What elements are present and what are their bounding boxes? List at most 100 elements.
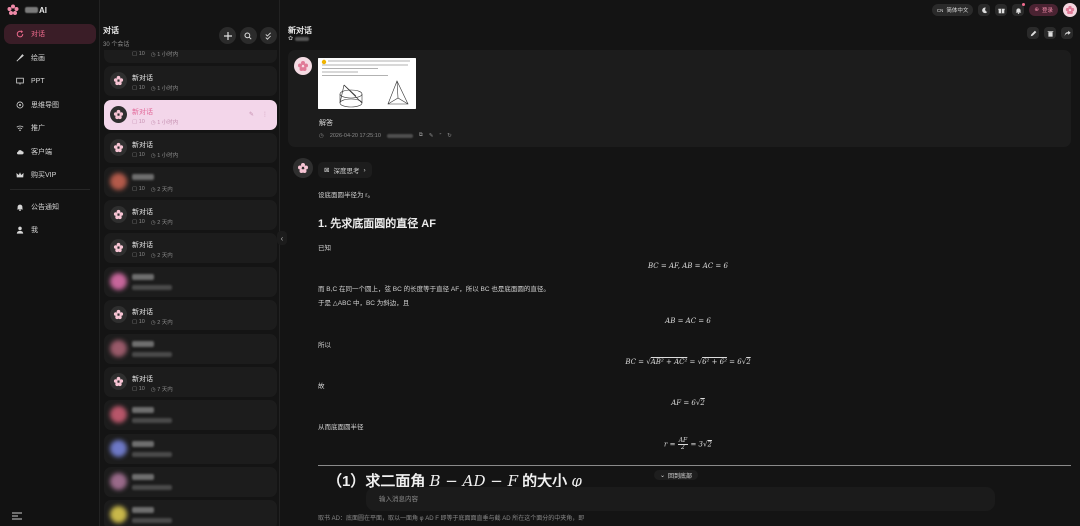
collapse-menu-icon[interactable] <box>12 512 22 520</box>
time-ago: ◷ 7 天内 <box>150 386 173 393</box>
conversation-avatar <box>110 139 127 157</box>
conversation-item[interactable] <box>104 467 277 498</box>
conversation-item[interactable] <box>104 400 277 431</box>
answer-intro: 设底面圆半径为 r。 <box>318 192 374 199</box>
conversation-item[interactable]: ▢ 10 ◷ 1 小时内 <box>104 50 277 63</box>
time-ago: ◷ 2 天内 <box>150 186 173 193</box>
conversation-meta: ▢ 10 ◷ 2 天内 <box>132 318 173 326</box>
brand[interactable]: AI <box>7 4 47 16</box>
conversation-item[interactable]: 新对话 ▢ 10 ◷ 2 天内 <box>104 233 277 264</box>
conversation-item[interactable] <box>104 333 277 364</box>
conversation-item[interactable]: 新对话 ▢ 10 ◷ 2 天内 <box>104 300 277 331</box>
conversation-header: 对话 30 个会话 <box>103 25 129 48</box>
message-count: ▢ 10 <box>132 385 145 392</box>
conversation-item[interactable]: ▢ 10 ◷ 2 天内 <box>104 166 277 197</box>
problem-image[interactable] <box>318 58 416 109</box>
brush-icon <box>16 53 24 62</box>
nav-item[interactable]: 对话 <box>4 24 96 44</box>
login-button[interactable]: ⊕ 登录 <box>1029 4 1058 16</box>
nav-item[interactable]: 客户端 <box>4 142 96 162</box>
moon-icon[interactable] <box>978 4 991 16</box>
conversation-panel: 对话 30 个会话 ▢ 10 ◷ 1 小时内 新对话 ▢ 10 ◷ 1 小时内 新对话… <box>100 0 280 526</box>
conversation-item-title: 新对话 <box>132 309 153 317</box>
formula: BC = √AB² + AC² = √6² + 6² = 6√2 <box>625 358 751 366</box>
message-count: ▢ 10 <box>132 118 145 125</box>
nav-item-label: 客户端 <box>31 148 52 156</box>
conversation-item-title: 新对话 <box>132 242 153 250</box>
user-message: 解答 ◷ 2026-04-20 17:25:10 ⧉ ✎ ” ↻ <box>288 50 1071 147</box>
conversation-item[interactable]: 新对话 ▢ 10 ◷ 7 天内 <box>104 366 277 397</box>
nav-item[interactable]: 公告通知 <box>4 197 96 217</box>
conversation-meta-blurred <box>132 485 172 491</box>
formula-part: 2 <box>707 440 712 449</box>
conversation-item[interactable]: 新对话 ▢ 10 ◷ 1 小时内 <box>104 133 277 164</box>
mindmap-icon <box>16 101 24 109</box>
nav-item[interactable]: 购买VIP <box>4 165 96 185</box>
scroll-to-bottom-button[interactable]: ⌄ 回到底部 <box>654 470 699 480</box>
conversation-meta-blurred <box>132 518 172 524</box>
bell-icon[interactable] <box>1012 3 1026 16</box>
section-heading: 1. 先求底面圆的直径 AF <box>318 218 436 230</box>
search-icon[interactable] <box>239 27 257 44</box>
answer-paragraph: 故 <box>318 383 325 390</box>
language-label: 简体中文 <box>946 8 969 14</box>
user-avatar[interactable] <box>1063 3 1077 17</box>
nav-item-label: 绘画 <box>31 54 45 62</box>
refresh-icon[interactable]: ↻ <box>447 133 452 139</box>
edit-icon[interactable] <box>1027 27 1039 39</box>
nav-item-label: PPT <box>31 77 45 85</box>
quote-icon[interactable]: ” <box>439 133 441 139</box>
nav-item-label: 我 <box>31 227 38 234</box>
conversation-item[interactable]: 新对话 ▢ 10 ◷ 1 小时内 <box>104 66 277 97</box>
conversation-item[interactable] <box>104 266 277 297</box>
gift-icon[interactable] <box>995 4 1008 16</box>
conversation-title-blurred <box>132 340 154 347</box>
star-icon[interactable]: ✿ <box>288 35 293 42</box>
nav-item[interactable]: 我 <box>4 220 96 240</box>
message-time: 2026-04-20 17:25:10 <box>329 132 381 139</box>
conversation-meta: ▢ 10 ◷ 1 小时内 <box>132 151 178 159</box>
fraction: AF 2 <box>677 438 689 451</box>
nav-item[interactable]: 思维导图 <box>4 95 96 115</box>
deep-thinking-label: 深度思考 <box>333 168 360 175</box>
conversation-meta-blurred <box>132 451 172 457</box>
conversation-item[interactable] <box>104 500 277 526</box>
more-icon[interactable]: ⋮ <box>262 111 268 118</box>
collapse-panel-chevron-icon[interactable]: ‹ <box>277 231 287 245</box>
copy-icon[interactable]: ⧉ <box>419 132 423 139</box>
batch-select-icon[interactable] <box>260 27 277 44</box>
nav-item[interactable]: PPT <box>4 71 96 91</box>
conversation-list: ▢ 10 ◷ 1 小时内 新对话 ▢ 10 ◷ 1 小时内 新对话 ▢ 10 ◷ 1 小时… <box>104 50 277 526</box>
edit-title-icon[interactable]: ✎ <box>249 111 254 118</box>
deep-thinking-toggle[interactable]: ⊠ 深度思考 › <box>318 162 372 178</box>
sakura-logo-icon <box>7 4 19 16</box>
answer-paragraph: 而 B,C 在同一个圆上，弦 BC 的长度等于直径 AF，所以 BC 也是底面圆… <box>318 286 550 293</box>
new-chat-button[interactable] <box>219 27 236 44</box>
message-input-box[interactable] <box>366 487 995 511</box>
conversation-item-active[interactable]: 新对话 ▢ 10 ◷ 1 小时内 ✎ ⋮ <box>104 99 277 130</box>
nav-item-label: 思维导图 <box>31 101 59 109</box>
message-count: ▢ 10 <box>132 218 145 225</box>
conversation-meta: ▢ 10 ◷ 2 天内 <box>132 251 173 259</box>
cloud-icon <box>16 148 24 156</box>
formula-part: 6² + 6² <box>702 358 727 366</box>
brand-blurred <box>25 7 38 13</box>
nav-item[interactable]: 绘画 <box>4 48 96 68</box>
conversation-item[interactable]: 新对话 ▢ 10 ◷ 2 天内 <box>104 199 277 230</box>
assistant-avatar <box>293 158 313 178</box>
top-bar: CN 简体中文 ⊕ 登录 <box>931 3 1077 17</box>
conversation-tools <box>219 27 277 44</box>
share-icon[interactable] <box>1061 27 1073 39</box>
language-switch[interactable]: CN 简体中文 <box>931 4 974 16</box>
message-input[interactable] <box>366 487 995 511</box>
conversation-item-title: 新对话 <box>132 108 153 116</box>
brain-icon: ⊠ <box>324 167 330 174</box>
nav-item[interactable]: 推广 <box>4 118 96 138</box>
left-nav: AI 对话绘画 PPT 思维导图推广客户端购买VIP 公告通知我 <box>0 0 100 526</box>
chat-refresh-icon <box>16 30 24 38</box>
edit-message-icon[interactable]: ✎ <box>429 133 434 139</box>
conversation-title-blurred <box>132 407 154 414</box>
conversation-item[interactable] <box>104 433 277 464</box>
bell-icon <box>16 203 24 211</box>
trash-icon[interactable] <box>1044 27 1056 39</box>
